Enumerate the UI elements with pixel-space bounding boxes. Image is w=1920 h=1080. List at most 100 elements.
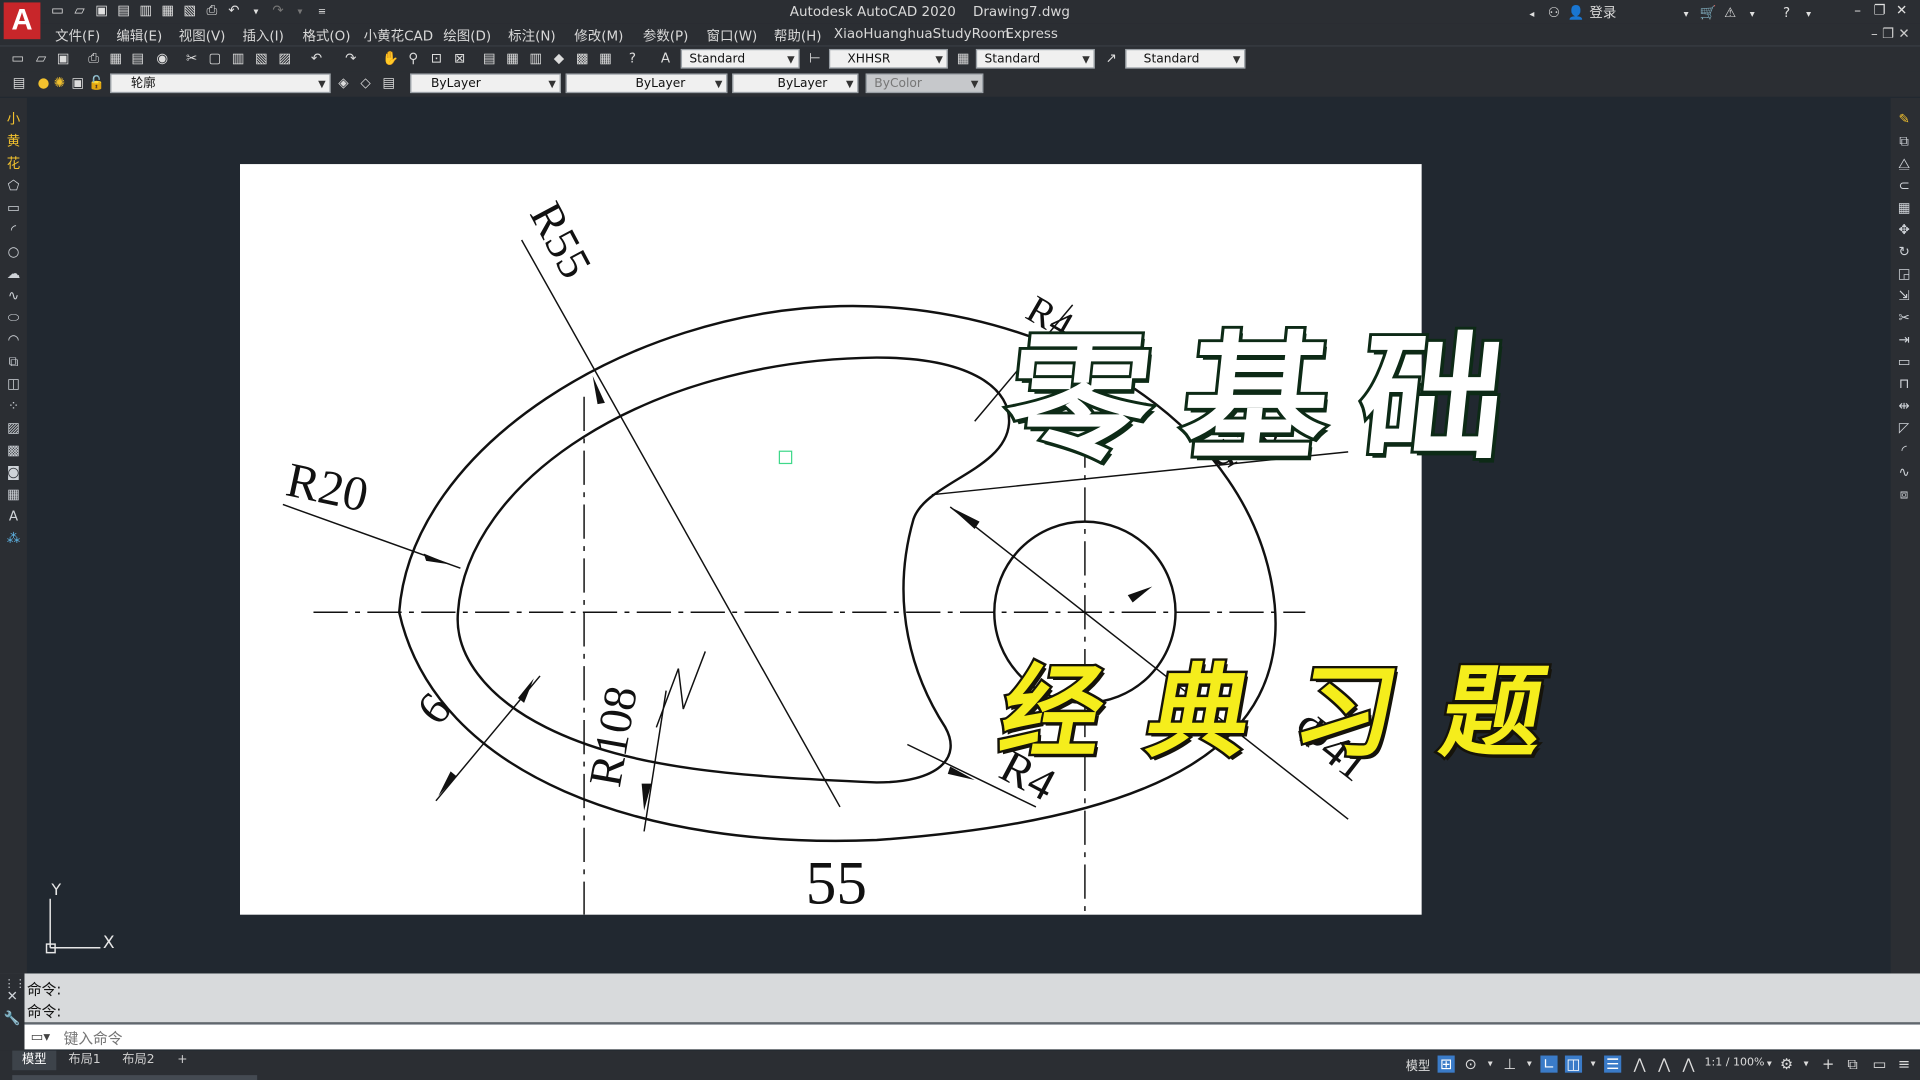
stretch-icon[interactable]: ⇲ [1896, 288, 1913, 305]
tab-scrollbar[interactable] [12, 1075, 258, 1080]
zoom-window-icon[interactable]: ⊡ [429, 50, 445, 66]
command-input[interactable] [61, 1026, 1879, 1051]
xhh-tool-2[interactable]: 黄 [5, 133, 22, 150]
close-icon[interactable]: ✕ [4, 988, 21, 1005]
login-link[interactable]: 登录 [1589, 5, 1616, 21]
redo-icon[interactable]: ↷ [269, 2, 286, 19]
snap-dropdown-icon[interactable]: ▾ [1482, 1056, 1499, 1073]
connected-users-icon[interactable]: ⚇ [1545, 5, 1562, 22]
menu-insert[interactable]: 插入(I) [242, 26, 283, 46]
annotation-monitor-icon[interactable]: + [1820, 1056, 1837, 1073]
customize-menu-icon[interactable]: ≡ [1896, 1056, 1913, 1073]
help-icon[interactable]: ? [1778, 5, 1795, 22]
command-prompt-icon[interactable]: ▭▾ [31, 1029, 50, 1045]
insert-block-icon[interactable]: ⧉ [5, 354, 22, 371]
copy-icon[interactable]: ▢ [207, 50, 223, 66]
pan-icon[interactable]: ✋ [382, 50, 399, 66]
point-icon[interactable]: ⁘ [5, 398, 22, 415]
annotation-scale-icon[interactable]: ⋀ [1680, 1056, 1697, 1073]
menu-edit[interactable]: 编辑(E) [116, 26, 162, 46]
tab-layout2[interactable]: 布局2 [115, 1051, 162, 1071]
annotation-scale-auto-icon[interactable]: ⋀ [1656, 1056, 1673, 1073]
menu-draw[interactable]: 绘图(D) [443, 26, 491, 46]
layer-on-bulb-icon[interactable]: ● [36, 75, 52, 91]
minimize-button[interactable]: – [1849, 2, 1866, 19]
lineweight-combo[interactable]: ByLayer ▼ [732, 73, 859, 94]
save-as-icon[interactable]: ▤ [115, 2, 132, 19]
help-icon[interactable]: ? [624, 50, 640, 66]
drawing-sheet[interactable]: R55 R20 R4 Φ20 6 R108 R4 Φ41 55 [240, 164, 1422, 915]
mtext-icon[interactable]: A [5, 508, 22, 525]
gradient-icon[interactable]: ▩ [5, 442, 22, 459]
open-file-icon[interactable]: ▱ [71, 2, 88, 19]
login-dropdown-icon[interactable]: ▾ [1678, 6, 1695, 23]
extend-icon[interactable]: ⇥ [1896, 332, 1913, 349]
restore-button[interactable]: ❐ [1871, 2, 1888, 19]
block-editor-icon[interactable]: ▨ [277, 50, 293, 66]
make-current-layer-icon[interactable]: ◈ [336, 75, 352, 91]
polygon-icon[interactable]: ⬠ [5, 178, 22, 195]
match-properties-icon[interactable]: ▧ [253, 50, 269, 66]
revcloud-icon[interactable]: ☁ [5, 266, 22, 283]
dim-style-icon[interactable]: ⊢ [807, 50, 823, 66]
properties-icon[interactable]: ▤ [481, 50, 497, 66]
sheet-icon[interactable]: ▧ [181, 2, 198, 19]
break-icon[interactable]: ⊓ [1896, 376, 1913, 393]
infer-dropdown-icon[interactable]: ▾ [1521, 1056, 1538, 1073]
copy-object-icon[interactable]: ⧉ [1896, 133, 1913, 150]
infer-constraints-icon[interactable]: ⊥ [1501, 1056, 1518, 1073]
sheet-set-icon[interactable]: ◆ [551, 50, 567, 66]
fullscreen-icon[interactable]: ▭ [1871, 1056, 1888, 1073]
customize-qat-icon[interactable]: ≡ [313, 4, 330, 21]
join-icon[interactable]: ⇹ [1896, 398, 1913, 415]
hatch-icon[interactable]: ▨ [5, 420, 22, 437]
color-combo[interactable]: ByLayer ▼ [410, 73, 561, 94]
3d-print-icon[interactable]: ◉ [154, 50, 170, 66]
workspace-gear-icon[interactable]: ⚙ [1778, 1056, 1795, 1073]
layer-previous-icon[interactable]: ◇ [358, 75, 374, 91]
annotation-visibility-icon[interactable]: ⋀ [1631, 1056, 1648, 1073]
lineweight-toggle-icon[interactable]: ☰ [1604, 1055, 1622, 1073]
info-left-arrow-icon[interactable]: ◂ [1523, 6, 1540, 23]
new-icon[interactable]: ▭ [10, 50, 26, 66]
undo-icon[interactable]: ↶ [225, 2, 242, 19]
chamfer-icon[interactable]: ◸ [1896, 420, 1913, 437]
circle-icon[interactable]: ○ [5, 244, 22, 261]
break-at-point-icon[interactable]: ▭ [1896, 354, 1913, 371]
menu-dimension[interactable]: 标注(N) [508, 26, 556, 46]
add-selected-icon[interactable]: ⁂ [5, 530, 22, 547]
offset-icon[interactable]: ⊂ [1896, 178, 1913, 195]
move-icon[interactable]: ✥ [1896, 222, 1913, 239]
calculator-icon[interactable]: ▦ [598, 50, 614, 66]
design-center-icon[interactable]: ▦ [504, 50, 520, 66]
undo-dropdown-icon[interactable]: ▾ [247, 4, 264, 21]
add-layout-button[interactable]: + [171, 1051, 193, 1071]
redo-icon[interactable]: ↷ [343, 50, 359, 66]
mirror-icon[interactable]: ⧋ [1896, 156, 1913, 173]
scale-dropdown-icon[interactable]: ▾ [1761, 1056, 1778, 1073]
zoom-realtime-icon[interactable]: ⚲ [405, 50, 421, 66]
menu-express[interactable]: Express [1005, 26, 1058, 42]
table-icon[interactable]: ▦ [5, 486, 22, 503]
save-icon[interactable]: ▣ [93, 2, 110, 19]
make-block-icon[interactable]: ◫ [5, 376, 22, 393]
wrench-icon[interactable]: 🔧 [4, 1010, 21, 1027]
save-icon[interactable]: ▣ [55, 50, 71, 66]
menu-file[interactable]: 文件(F) [55, 26, 100, 46]
ellipse-arc-icon[interactable]: ◠ [5, 332, 22, 349]
new-file-icon[interactable]: ▭ [49, 2, 66, 19]
explode-icon[interactable]: ⧈ [1896, 486, 1913, 503]
print-icon[interactable]: ⎙ [203, 2, 220, 19]
model-space-label[interactable]: 模型 [1406, 1056, 1430, 1073]
plot-icon[interactable]: ⎙ [86, 50, 102, 66]
array-icon[interactable]: ▦ [1896, 200, 1913, 217]
text-style-combo[interactable]: Standard ▼ [680, 48, 800, 69]
workspace-dropdown-icon[interactable]: ▾ [1798, 1056, 1815, 1073]
tool-palettes-icon[interactable]: ▥ [528, 50, 544, 66]
scale-icon[interactable]: ◲ [1896, 266, 1913, 283]
menu-parametric[interactable]: 参数(P) [643, 26, 689, 46]
mleader-style-combo[interactable]: Standard ▼ [1125, 48, 1246, 69]
rotate-icon[interactable]: ↻ [1896, 244, 1913, 261]
tab-model[interactable]: 模型 [12, 1050, 57, 1071]
user-icon[interactable]: 👤 [1567, 5, 1585, 22]
